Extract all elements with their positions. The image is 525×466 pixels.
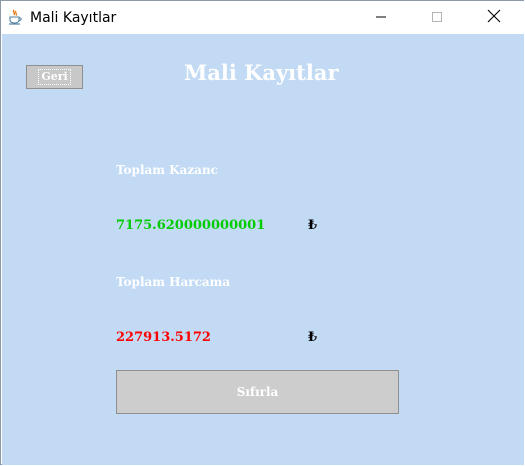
app-window: Mali Kayıtlar Geri Mali Kayıtlar Toplam … [0,0,524,465]
maximize-button[interactable] [414,1,460,34]
reset-button[interactable]: Sıfırla [116,370,399,414]
java-coffee-cup-icon [7,9,23,25]
minimize-button[interactable] [358,1,404,34]
window-title: Mali Kayıtlar [30,10,117,26]
total-earnings-value: 7175.620000000001 [116,218,266,233]
title-bar[interactable]: Mali Kayıtlar [1,1,524,34]
total-earnings-label: Toplam Kazanc [116,163,218,177]
back-button-label: Geri [38,69,71,85]
total-expenses-value: 227913.5172 [116,330,211,345]
expenses-currency-symbol: ₺ [308,330,318,345]
reset-button-label: Sıfırla [236,385,279,399]
maximize-icon [431,8,443,27]
back-button[interactable]: Geri [26,65,83,89]
total-expenses-label: Toplam Harcama [116,275,231,289]
earnings-currency-symbol: ₺ [308,218,318,233]
main-panel: Geri Mali Kayıtlar Toplam Kazanc 7175.62… [2,34,524,465]
close-icon [487,8,501,27]
close-button[interactable] [471,1,517,34]
minimize-icon [375,8,387,27]
page-title: Mali Kayıtlar [184,60,339,85]
